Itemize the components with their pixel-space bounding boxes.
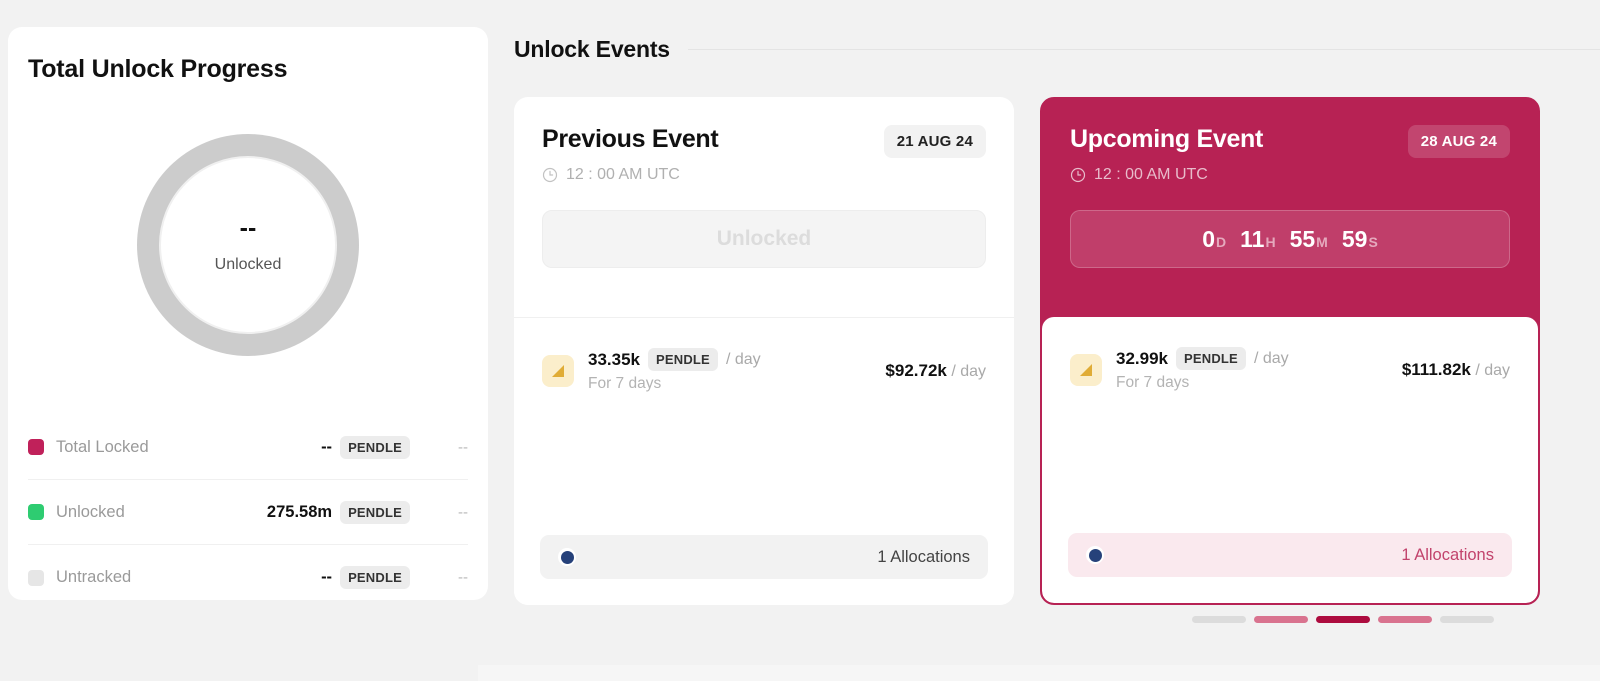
pager-bar-4[interactable]: [1378, 616, 1432, 623]
countdown-minutes: 55 M: [1290, 226, 1328, 253]
upcoming-allocation-row: 32.99k PENDLE / day For 7 days $111.82k …: [1042, 317, 1538, 392]
countdown-days-unit: D: [1216, 233, 1227, 250]
upcoming-event-body: 32.99k PENDLE / day For 7 days $111.82k …: [1042, 317, 1538, 603]
token-chip: PENDLE: [340, 566, 410, 589]
countdown-minutes-unit: M: [1316, 233, 1328, 250]
allocation-dot-icon: [1086, 546, 1104, 564]
page-title: Total Unlock Progress: [28, 55, 288, 83]
legend-label: Total Locked: [56, 437, 149, 456]
countdown-minutes-value: 55: [1289, 225, 1316, 252]
legend-row: Unlocked 275.58m PENDLE --: [28, 480, 468, 545]
countdown-hours-unit: H: [1265, 233, 1276, 250]
allocation-amount: 33.35k: [588, 349, 640, 369]
upcoming-event-card[interactable]: Upcoming Event 28 AUG 24 12 : 00 AM UTC …: [1040, 97, 1540, 605]
legend-amount: 275.58m: [266, 502, 333, 521]
donut-ring: -- Unlocked: [137, 134, 359, 356]
legend-amount: --: [321, 437, 333, 456]
token-chip: PENDLE: [340, 435, 410, 459]
legend-label: Untracked: [56, 568, 132, 586]
pager-bar-1[interactable]: [1192, 616, 1246, 623]
clock-icon: [1070, 167, 1086, 183]
token-chip: PENDLE: [340, 500, 410, 524]
donut-center: -- Unlocked: [159, 156, 337, 334]
legend-amount: --: [321, 568, 333, 586]
pager-bar-2[interactable]: [1254, 616, 1308, 623]
upcoming-event-date-badge: 28 AUG 24: [1407, 125, 1510, 158]
countdown-timer: 0 D 11 H 55 M 59 S: [1070, 210, 1510, 268]
upcoming-allocations-footer[interactable]: 1 Allocations: [1068, 533, 1512, 577]
token-chip: PENDLE: [1176, 347, 1246, 370]
legend-swatch-total-locked: [28, 439, 44, 455]
unlocked-state-button[interactable]: Unlocked: [542, 210, 986, 268]
triangle-icon: [1070, 353, 1102, 386]
header-divider: [687, 48, 1600, 50]
upcoming-event-header: Upcoming Event 28 AUG 24 12 : 00 AM UTC: [1042, 99, 1538, 184]
allocation-usd-amount: $111.82k: [1401, 359, 1471, 379]
legend-percent: --: [458, 438, 468, 456]
countdown-seconds-unit: S: [1368, 233, 1378, 250]
donut-label: Unlocked: [214, 256, 282, 273]
allocation-per: / day: [1253, 349, 1289, 367]
allocation-usd-per: / day: [951, 362, 986, 380]
triangle-icon: [542, 354, 574, 387]
upcoming-event-title: Upcoming Event: [1070, 125, 1264, 153]
unlock-events-header: Unlock Events: [514, 33, 1600, 65]
countdown-hours-value: 11: [1240, 225, 1265, 252]
previous-allocation-row: 33.35k PENDLE / day For 7 days $92.72k /…: [514, 318, 1014, 393]
allocation-duration: For 7 days: [1116, 374, 1190, 391]
legend: Total Locked -- PENDLE -- Unlocked 275.5…: [28, 415, 468, 610]
allocation-per: / day: [725, 350, 761, 368]
previous-allocations-footer[interactable]: 1 Allocations: [540, 535, 988, 579]
pager-bar-3-active[interactable]: [1316, 616, 1370, 623]
countdown-seconds-value: 59: [1341, 225, 1368, 252]
allocation-usd-per: / day: [1475, 361, 1510, 379]
legend-swatch-unlocked: [28, 504, 44, 520]
countdown-days: 0 D: [1202, 226, 1226, 253]
allocations-count: 1 Allocations: [877, 547, 970, 566]
previous-event-card[interactable]: Previous Event 21 AUG 24 12 : 00 AM UTC …: [514, 97, 1014, 605]
section-title: Unlock Events: [514, 35, 670, 62]
allocation-amount: 32.99k: [1116, 348, 1168, 368]
legend-swatch-untracked: [28, 569, 44, 586]
donut-value: --: [239, 214, 257, 242]
previous-event-body: 33.35k PENDLE / day For 7 days $92.72k /…: [514, 317, 1014, 605]
allocation-dot-icon: [558, 548, 576, 566]
legend-percent: --: [458, 503, 468, 521]
previous-event-title: Previous Event: [542, 125, 719, 153]
legend-row: Untracked -- PENDLE --: [28, 545, 468, 610]
unlock-dashboard: Total Unlock Progress -- Unlocked Total …: [0, 0, 1600, 681]
bottom-strip: [478, 665, 1600, 681]
legend-percent: --: [458, 569, 468, 586]
countdown-seconds: 59 S: [1342, 226, 1378, 253]
countdown-days-value: 0: [1202, 225, 1215, 252]
allocation-duration: For 7 days: [588, 375, 662, 392]
legend-row: Total Locked -- PENDLE --: [28, 415, 468, 480]
token-chip: PENDLE: [648, 348, 718, 371]
allocations-count: 1 Allocations: [1401, 545, 1494, 564]
legend-label: Unlocked: [56, 502, 125, 521]
allocation-usd-amount: $92.72k: [885, 360, 947, 380]
donut-chart: -- Unlocked: [8, 130, 488, 360]
pager-bar-5[interactable]: [1440, 616, 1494, 623]
total-unlock-progress-card: Total Unlock Progress -- Unlocked Total …: [8, 27, 488, 600]
previous-event-header: Previous Event 21 AUG 24 12 : 00 AM UTC: [514, 97, 1014, 184]
upcoming-event-time: 12 : 00 AM UTC: [1094, 166, 1208, 183]
clock-icon: [542, 167, 558, 183]
carousel-pagination[interactable]: [1192, 616, 1494, 623]
previous-event-date-badge: 21 AUG 24: [883, 125, 986, 158]
countdown-hours: 11 H: [1240, 226, 1275, 253]
previous-event-time: 12 : 00 AM UTC: [566, 166, 680, 183]
